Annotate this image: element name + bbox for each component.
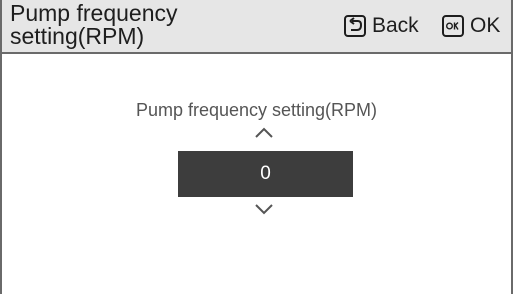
ok-key-icon bbox=[442, 15, 464, 37]
ok-button[interactable]: OK bbox=[442, 13, 500, 39]
field-label: Pump frequency setting(RPM) bbox=[135, 100, 378, 120]
chevron-down-icon[interactable] bbox=[253, 202, 275, 216]
screen: Pump frequency setting(RPM) Back OK Pump… bbox=[0, 0, 513, 294]
value-field[interactable]: 0 bbox=[178, 151, 353, 197]
back-label: Back bbox=[372, 14, 419, 37]
back-button[interactable]: Back bbox=[344, 13, 419, 39]
header-bar: Pump frequency setting(RPM) Back OK bbox=[2, 0, 511, 54]
chevron-up-icon[interactable] bbox=[253, 126, 275, 140]
ok-label: OK bbox=[470, 14, 501, 37]
page-title: Pump frequency setting(RPM) bbox=[10, 0, 178, 49]
return-arrow-icon bbox=[344, 15, 366, 37]
